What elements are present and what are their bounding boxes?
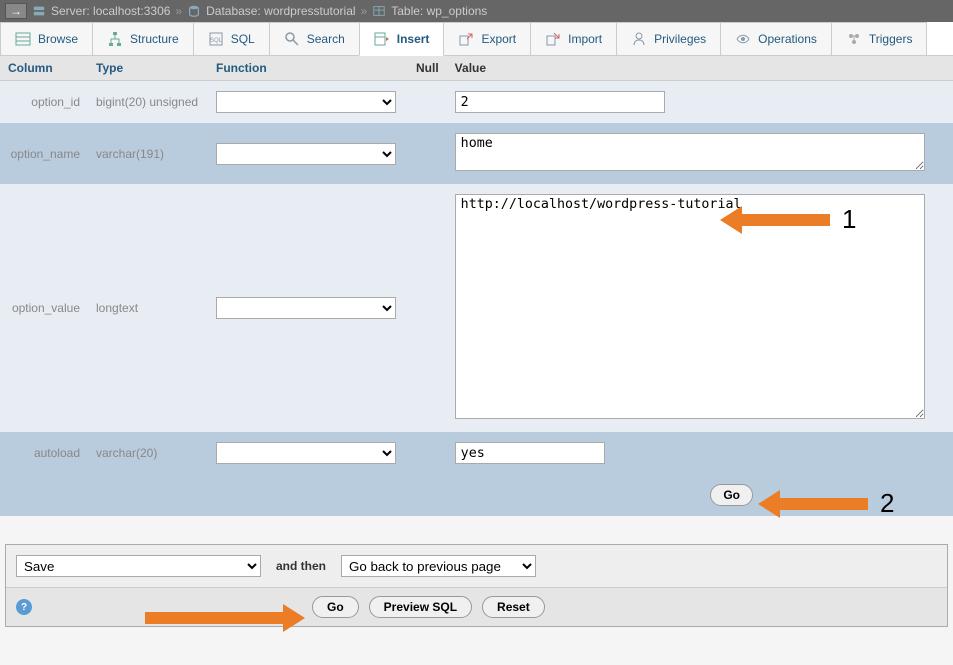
table-row: option_value longtext http://localhost/w… [0,184,953,432]
then-select[interactable]: Go back to previous page [341,555,536,577]
action-select[interactable]: Save [16,555,261,577]
bottom-button-row: ? Go Preview SQL Reset [6,587,947,626]
header-type: Type [88,56,208,81]
cell-type: longtext [88,184,208,432]
tab-label: Export [481,32,516,46]
breadcrumb-separator: » [175,4,182,18]
header-value: Value [447,56,953,81]
tab-label: Triggers [869,32,913,46]
svg-text:SQL: SQL [210,38,223,44]
go-row: Go [0,474,953,516]
tabs-bar: Browse Structure SQL SQL Search Insert E… [0,22,953,56]
value-textarea-large[interactable]: http://localhost/wordpress-tutorial [455,194,925,419]
cell-column-name: option_name [0,123,88,184]
database-icon [187,4,201,18]
server-icon [32,4,46,18]
header-column: Column [0,56,88,81]
tab-insert[interactable]: Insert [359,22,445,56]
cell-column-name: option_value [0,184,88,432]
tab-sql[interactable]: SQL SQL [193,22,270,55]
tab-label: Privileges [654,32,706,46]
privileges-icon [631,31,647,47]
insert-icon [374,31,390,47]
table-row: option_id bigint(20) unsigned [0,81,953,124]
operations-icon [735,31,751,47]
go-button-bottom[interactable]: Go [312,596,359,618]
bottom-action-row: Save and then Go back to previous page [6,545,947,587]
tab-label: SQL [231,32,255,46]
breadcrumb-table[interactable]: Table: wp_options [391,4,487,18]
and-then-label: and then [276,559,326,573]
tab-label: Browse [38,32,78,46]
table-row: option_name varchar(191) home [0,123,953,184]
cell-type: bigint(20) unsigned [88,81,208,124]
breadcrumb-database[interactable]: Database: wordpresstutorial [206,4,355,18]
table-row: autoload varchar(20) [0,432,953,474]
preview-sql-button[interactable]: Preview SQL [369,596,472,618]
sql-icon: SQL [208,31,224,47]
tab-label: Structure [130,32,179,46]
value-input[interactable] [455,442,605,464]
reset-button[interactable]: Reset [482,596,545,618]
help-icon[interactable]: ? [16,599,32,615]
tab-label: Import [568,32,602,46]
tab-operations[interactable]: Operations [720,22,832,55]
function-select[interactable] [216,143,396,165]
tab-structure[interactable]: Structure [92,22,194,55]
insert-form-table: Column Type Function Null Value option_i… [0,56,953,516]
tab-export[interactable]: Export [443,22,531,55]
cell-column-name: option_id [0,81,88,124]
tab-label: Insert [397,32,430,46]
triggers-icon [846,31,862,47]
header-null: Null [408,56,447,81]
tab-browse[interactable]: Browse [0,22,93,55]
function-select[interactable] [216,442,396,464]
export-icon [458,31,474,47]
import-icon [545,31,561,47]
table-icon [372,4,386,18]
search-icon [284,31,300,47]
cell-type: varchar(191) [88,123,208,184]
browse-icon [15,31,31,47]
value-textarea[interactable]: home [455,133,925,171]
breadcrumb-separator: » [361,4,368,18]
nav-arrow-button[interactable]: → [5,3,27,19]
go-button-row[interactable]: Go [710,484,753,506]
tab-import[interactable]: Import [530,22,617,55]
breadcrumb-server[interactable]: Server: localhost:3306 [51,4,170,18]
structure-icon [107,31,123,47]
header-function: Function [208,56,408,81]
tab-search[interactable]: Search [269,22,360,55]
cell-type: varchar(20) [88,432,208,474]
tab-label: Operations [758,32,817,46]
cell-column-name: autoload [0,432,88,474]
bottom-panel: Save and then Go back to previous page ?… [5,544,948,627]
tab-triggers[interactable]: Triggers [831,22,928,55]
function-select[interactable] [216,91,396,113]
tab-label: Search [307,32,345,46]
breadcrumb-bar: → Server: localhost:3306 » Database: wor… [0,0,953,22]
value-input[interactable] [455,91,665,113]
tab-privileges[interactable]: Privileges [616,22,721,55]
function-select[interactable] [216,297,396,319]
